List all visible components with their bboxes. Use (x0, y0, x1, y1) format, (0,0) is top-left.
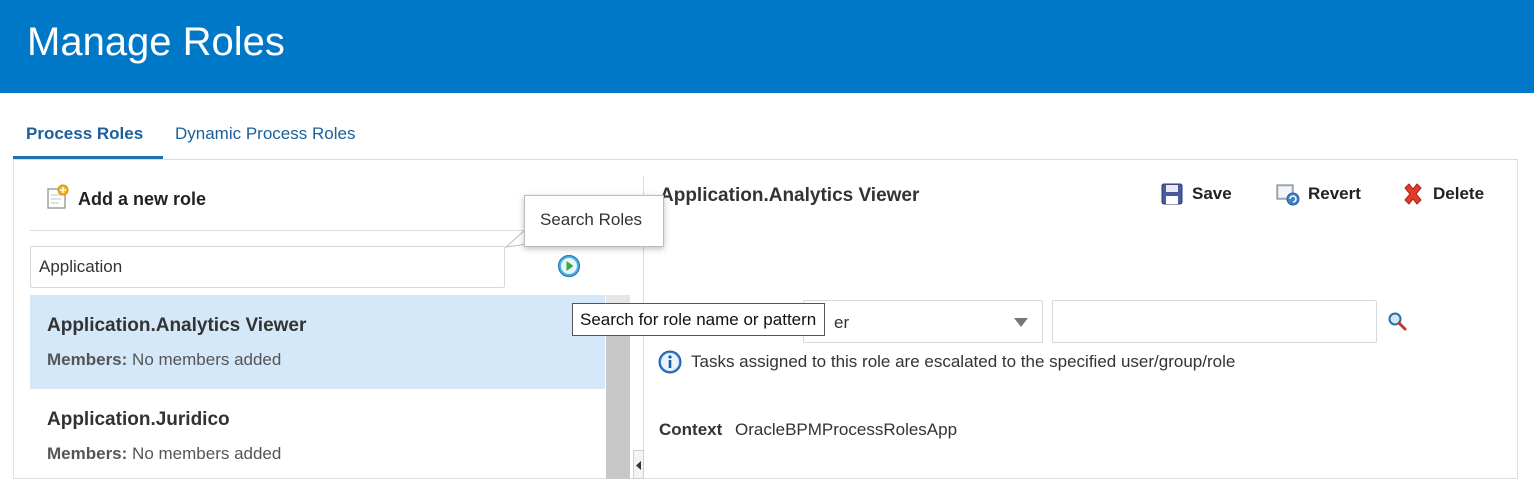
collapse-pane-handle[interactable] (633, 450, 644, 479)
members-value: No members added (132, 444, 282, 463)
members-label: Members: (47, 350, 128, 369)
role-name: Application.Juridico (47, 409, 230, 430)
escalation-type-select[interactable]: er (803, 300, 1043, 343)
context-label: Context (659, 420, 723, 439)
delete-icon (1404, 183, 1422, 205)
save-icon (1161, 183, 1183, 205)
escalation-target-input[interactable] (1052, 300, 1377, 343)
play-icon (557, 254, 581, 278)
save-button[interactable]: Save (1160, 182, 1232, 206)
search-icon (1388, 312, 1407, 331)
search-pattern-tooltip: Search for role name or pattern (572, 303, 826, 336)
list-item[interactable]: Application.Juridico Members: No members… (30, 389, 605, 479)
role-name: Application.Analytics Viewer (47, 315, 307, 336)
revert-label: Revert (1308, 184, 1361, 203)
role-members: Members: No members added (47, 350, 281, 370)
divider (30, 230, 545, 231)
active-tab-indicator (13, 156, 163, 159)
escalation-info: Tasks assigned to this role are escalate… (658, 350, 1235, 374)
revert-icon (1276, 184, 1300, 206)
info-text: Tasks assigned to this role are escalate… (691, 352, 1236, 371)
tab-process-roles[interactable]: Process Roles (26, 124, 143, 144)
tab-dynamic-process-roles[interactable]: Dynamic Process Roles (175, 124, 355, 144)
context-value: OracleBPMProcessRolesApp (735, 420, 958, 439)
escalation-type-value: er (834, 313, 850, 332)
save-label: Save (1192, 184, 1232, 203)
role-search-input[interactable] (30, 246, 505, 288)
context-row: Context OracleBPMProcessRolesApp (659, 420, 957, 440)
add-role-icon (46, 184, 70, 215)
search-go-button[interactable] (557, 254, 581, 278)
add-role-button[interactable]: Add a new role (46, 184, 206, 215)
page-title: Manage Roles (27, 20, 285, 64)
role-members: Members: No members added (47, 444, 281, 464)
members-value: No members added (132, 350, 282, 369)
collapse-left-icon (636, 461, 641, 470)
roles-list: Application.Analytics Viewer Members: No… (30, 295, 605, 479)
page-header: Manage Roles (0, 0, 1534, 93)
members-label: Members: (47, 444, 128, 463)
revert-button[interactable]: Revert (1274, 182, 1361, 206)
chevron-down-icon (1014, 318, 1028, 327)
list-item[interactable]: Application.Analytics Viewer Members: No… (30, 295, 605, 389)
info-icon (658, 350, 682, 374)
delete-button[interactable]: Delete (1401, 182, 1484, 206)
role-detail-title: Application.Analytics Viewer (660, 185, 920, 206)
search-roles-tooltip: Search Roles (524, 195, 664, 247)
delete-label: Delete (1433, 184, 1485, 203)
escalation-search-button[interactable] (1387, 311, 1409, 333)
add-role-label: Add a new role (78, 189, 207, 209)
tab-bar: Process Roles Dynamic Process Roles (13, 110, 1518, 160)
